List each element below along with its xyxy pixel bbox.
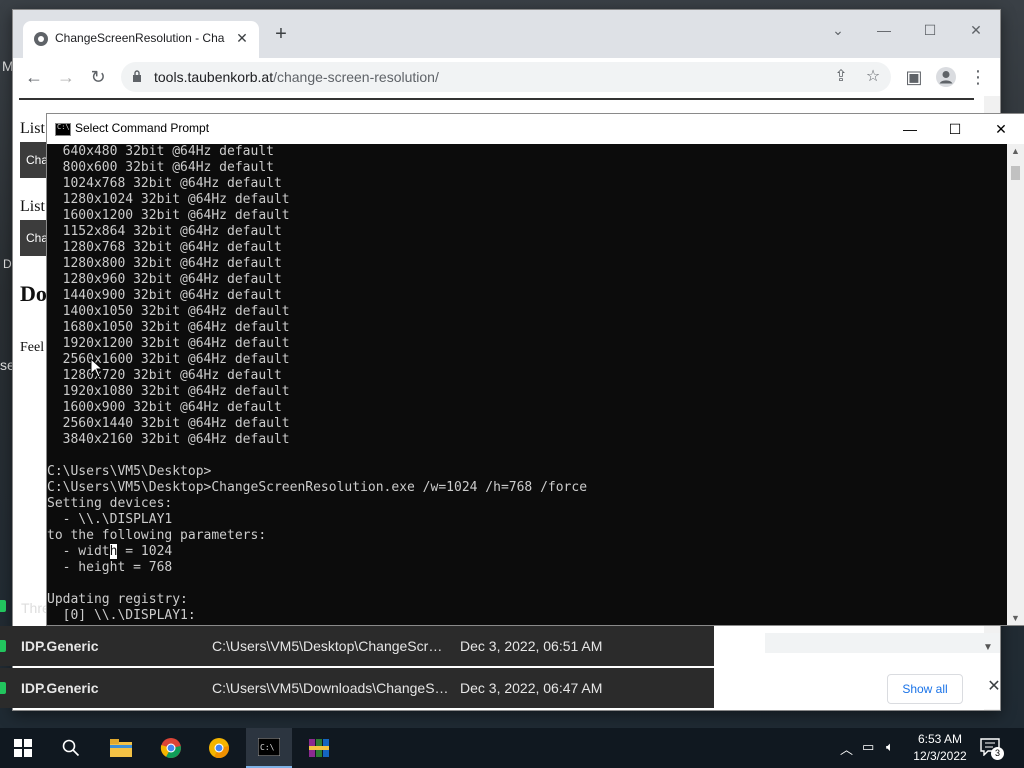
cmd-scrollbar[interactable]: ▲ ▼ — [1007, 144, 1024, 625]
new-tab-button[interactable]: + — [271, 24, 291, 44]
profile-avatar-icon[interactable] — [935, 66, 957, 88]
browser-tab[interactable]: ChangeScreenResolution - Change ✕ — [23, 21, 259, 58]
clock-time: 6:53 AM — [917, 732, 963, 746]
tab-close-icon[interactable]: ✕ — [233, 29, 251, 47]
cmd-window-title: Select Command Prompt — [75, 121, 210, 135]
scroll-up-icon[interactable]: ▲ — [1007, 146, 1024, 156]
threat-date: Dec 3, 2022, 06:51 AM — [460, 638, 603, 654]
desktop-fragment: D — [3, 257, 12, 271]
chevron-down-icon[interactable]: ▼ — [983, 642, 993, 653]
taskbar: C:\ ︿ ▭ 🔈︎ 6:53 AM 12/3/2022 3 — [0, 728, 1024, 768]
page-paragraph: Feel — [20, 340, 45, 355]
cmd-title-bar[interactable]: Select Command Prompt — ☐ ✕ — [47, 114, 1024, 144]
close-window-button[interactable]: ✕ — [961, 18, 991, 42]
console-output[interactable]: 640x480 32bit @64Hz default 800x600 32bi… — [47, 144, 1007, 625]
threat-row[interactable]: IDP.Generic C:\Users\VM5\Downloads\Chang… — [0, 668, 714, 708]
cmd-close-button[interactable]: ✕ — [983, 117, 1019, 141]
chrome-variant-icon[interactable] — [196, 728, 242, 768]
show-all-downloads-button[interactable]: Show all — [887, 674, 963, 704]
menu-kebab-icon[interactable]: ⋮ — [967, 66, 989, 88]
network-icon[interactable]: ▭ — [862, 739, 874, 755]
threat-status-icon — [0, 640, 6, 652]
side-panel-icon[interactable]: ▣ — [903, 66, 925, 88]
threat-date: Dec 3, 2022, 06:47 AM — [460, 680, 603, 696]
globe-icon — [34, 32, 48, 46]
threat-name: IDP.Generic — [21, 638, 99, 654]
share-icon[interactable]: ⇪ — [831, 67, 851, 87]
search-icon[interactable] — [48, 728, 94, 768]
cmd-minimize-button[interactable]: — — [892, 117, 928, 141]
notification-icon[interactable]: 3 — [980, 738, 1004, 760]
command-prompt-window: Select Command Prompt — ☐ ✕ 640x480 32bi… — [46, 113, 1024, 626]
file-explorer-icon[interactable] — [98, 728, 144, 768]
url-text: tools.taubenkorb.at/change-screen-resolu… — [154, 69, 439, 85]
page-list-label: List — [20, 120, 45, 137]
page-heading: Do — [20, 281, 47, 306]
cmd-app-icon — [55, 123, 71, 136]
threat-path: C:\Users\VM5\Downloads\ChangeScreenResol… — [212, 680, 450, 696]
close-download-bar-icon[interactable]: ✕ — [985, 678, 1003, 696]
scroll-thumb[interactable] — [1011, 166, 1020, 180]
start-windows-icon[interactable] — [0, 728, 46, 768]
bookmark-star-icon[interactable]: ☆ — [863, 67, 883, 87]
winrar-icon[interactable] — [296, 728, 342, 768]
address-bar[interactable]: tools.taubenkorb.at/change-screen-resolu… — [121, 62, 891, 92]
chrome-icon[interactable] — [148, 728, 194, 768]
forward-arrow-icon[interactable]: → — [55, 66, 77, 88]
threats-header: Thre — [0, 590, 50, 624]
reload-icon[interactable]: ↻ — [87, 66, 109, 88]
console-text: 640x480 32bit @64Hz default 800x600 32bi… — [47, 144, 588, 623]
command-prompt-taskbar-icon[interactable]: C:\ — [246, 728, 292, 768]
back-arrow-icon[interactable]: ← — [23, 66, 45, 88]
maximize-button[interactable]: ☐ — [915, 18, 945, 42]
svg-text:C:\: C:\ — [260, 743, 275, 752]
browser-toolbar: ← → ↻ tools.taubenkorb.at/change-screen-… — [13, 58, 1000, 96]
notification-badge: 3 — [991, 747, 1004, 760]
download-bar — [765, 633, 1000, 709]
mouse-pointer-icon — [90, 358, 104, 378]
threat-row[interactable]: IDP.Generic C:\Users\VM5\Desktop\ChangeS… — [0, 626, 714, 666]
tab-search-chevron-icon[interactable]: ⌄ — [823, 18, 853, 42]
clock-date: 12/3/2022 — [913, 749, 967, 763]
page-list-label: List — [20, 198, 45, 215]
lock-icon — [133, 70, 141, 82]
threat-status-icon — [0, 682, 6, 694]
system-clock[interactable]: 6:53 AM 12/3/2022 — [912, 731, 968, 765]
threat-path: C:\Users\VM5\Desktop\ChangeScreenResolut… — [212, 638, 450, 654]
threat-name: IDP.Generic — [21, 680, 99, 696]
tab-title: ChangeScreenResolution - Change — [55, 31, 225, 45]
chevron-up-icon[interactable]: ︿ — [840, 739, 853, 758]
cmd-maximize-button[interactable]: ☐ — [937, 117, 973, 141]
divider — [19, 98, 974, 100]
tab-strip: ChangeScreenResolution - Change ✕ + ⌄ — … — [13, 10, 1000, 58]
minimize-button[interactable]: — — [869, 18, 899, 42]
scroll-down-icon[interactable]: ▼ — [1007, 613, 1024, 623]
volume-icon[interactable]: 🔈︎ — [886, 739, 894, 755]
